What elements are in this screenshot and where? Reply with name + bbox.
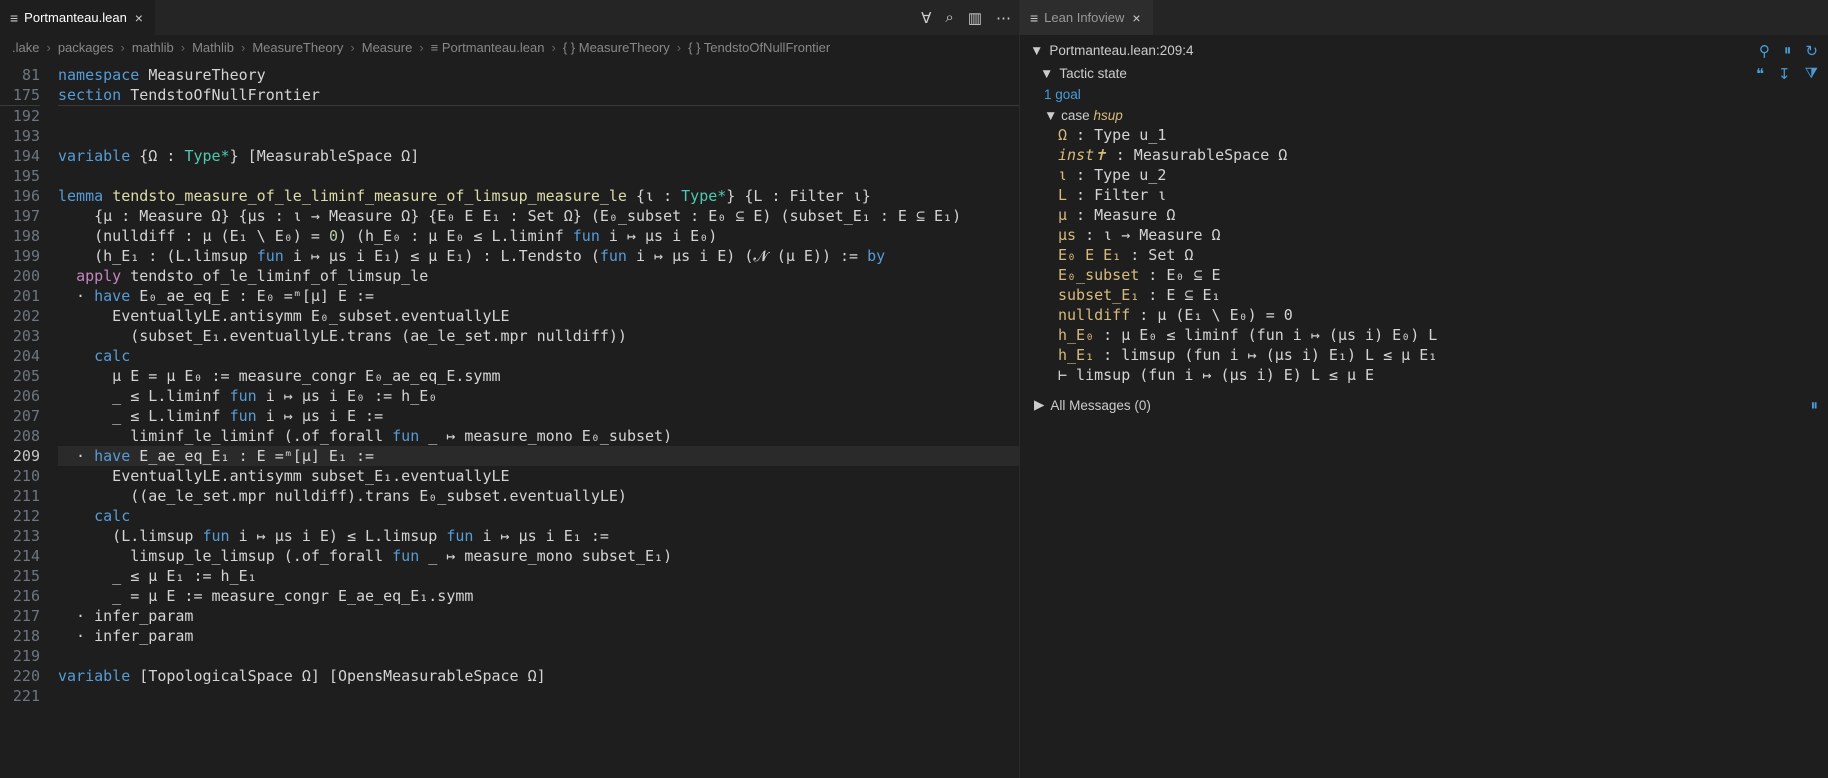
tactic-state-header[interactable]: ▼ Tactic state <box>1040 62 1127 85</box>
editor-pane: ≡ Portmanteau.lean × ∀ ⌕ ▥ ⋯ .lake›packa… <box>0 0 1020 778</box>
expand-icon[interactable]: ▶ <box>1034 397 1044 413</box>
collapse-icon[interactable]: ▼ <box>1040 66 1053 81</box>
infoview-location: Portmanteau.lean:209:4 <box>1049 43 1193 58</box>
editor-tab-actions: ∀ ⌕ ▥ ⋯ <box>921 9 1011 27</box>
editor-tab[interactable]: ≡ Portmanteau.lean × <box>0 0 156 35</box>
more-icon[interactable]: ⋯ <box>996 9 1011 27</box>
file-icon: ≡ <box>10 10 18 26</box>
editor-tab-title: Portmanteau.lean <box>24 10 127 25</box>
tactic-state-label: Tactic state <box>1059 66 1127 81</box>
hypotheses: Ω : Type u_1inst✝ : MeasurableSpace Ωι :… <box>1030 125 1818 385</box>
case-name: hsup <box>1093 108 1122 123</box>
file-icon: ≡ <box>1030 10 1038 26</box>
case-keyword: case <box>1061 108 1090 123</box>
infoview-location-header[interactable]: ▼ Portmanteau.lean:209:4 <box>1030 39 1193 62</box>
collapse-icon[interactable]: ▼ <box>1030 43 1043 58</box>
quote-icon[interactable]: ❝ <box>1756 65 1764 83</box>
infoview-tab[interactable]: ≡ Lean Infoview × <box>1020 0 1154 35</box>
pause-icon[interactable]: ⏸ <box>1784 42 1792 59</box>
close-icon[interactable]: × <box>133 10 145 26</box>
breadcrumb[interactable]: .lake›packages›mathlib›Mathlib›MeasureTh… <box>0 35 1019 61</box>
code-content[interactable]: namespace MeasureTheorysection TendstoOf… <box>58 61 1019 778</box>
infoview-top-actions: ⚲ ⏸ ↻ <box>1759 42 1818 60</box>
reveal-icon[interactable]: ↧ <box>1778 65 1791 83</box>
all-messages-section: ▶ All Messages (0) ⏸ <box>1030 385 1818 417</box>
search-icon[interactable]: ⌕ <box>945 9 953 26</box>
infoview-body: ▼ Portmanteau.lean:209:4 ⚲ ⏸ ↻ ▼ Tactic … <box>1020 35 1828 778</box>
editor-tab-bar: ≡ Portmanteau.lean × ∀ ⌕ ▥ ⋯ <box>0 0 1019 35</box>
code-area[interactable]: 8117519219319419519619719819920020120220… <box>0 61 1019 778</box>
collapse-icon[interactable]: ▼ <box>1044 108 1057 123</box>
infoview-pane: ≡ Lean Infoview × ▼ Portmanteau.lean:209… <box>1020 0 1828 778</box>
pin-icon[interactable]: ⚲ <box>1759 42 1770 60</box>
all-messages-label: All Messages (0) <box>1050 398 1151 413</box>
tactic-state-actions: ❝ ↧ ⧩ <box>1756 65 1818 83</box>
line-gutter: 8117519219319419519619719819920020120220… <box>0 61 58 778</box>
refresh-icon[interactable]: ↻ <box>1805 42 1818 60</box>
infoview-tab-bar: ≡ Lean Infoview × <box>1020 0 1828 35</box>
forall-icon[interactable]: ∀ <box>921 9 931 27</box>
pause-icon[interactable]: ⏸ <box>1810 397 1818 414</box>
filter-icon[interactable]: ⧩ <box>1805 65 1818 82</box>
goal-case[interactable]: ▼ case hsup <box>1030 106 1818 125</box>
close-icon[interactable]: × <box>1130 10 1142 26</box>
goal-count: 1 goal <box>1030 85 1818 106</box>
all-messages-header[interactable]: ▶ All Messages (0) <box>1034 393 1151 417</box>
infoview-tab-title: Lean Infoview <box>1044 10 1124 25</box>
split-editor-icon[interactable]: ▥ <box>968 9 982 27</box>
